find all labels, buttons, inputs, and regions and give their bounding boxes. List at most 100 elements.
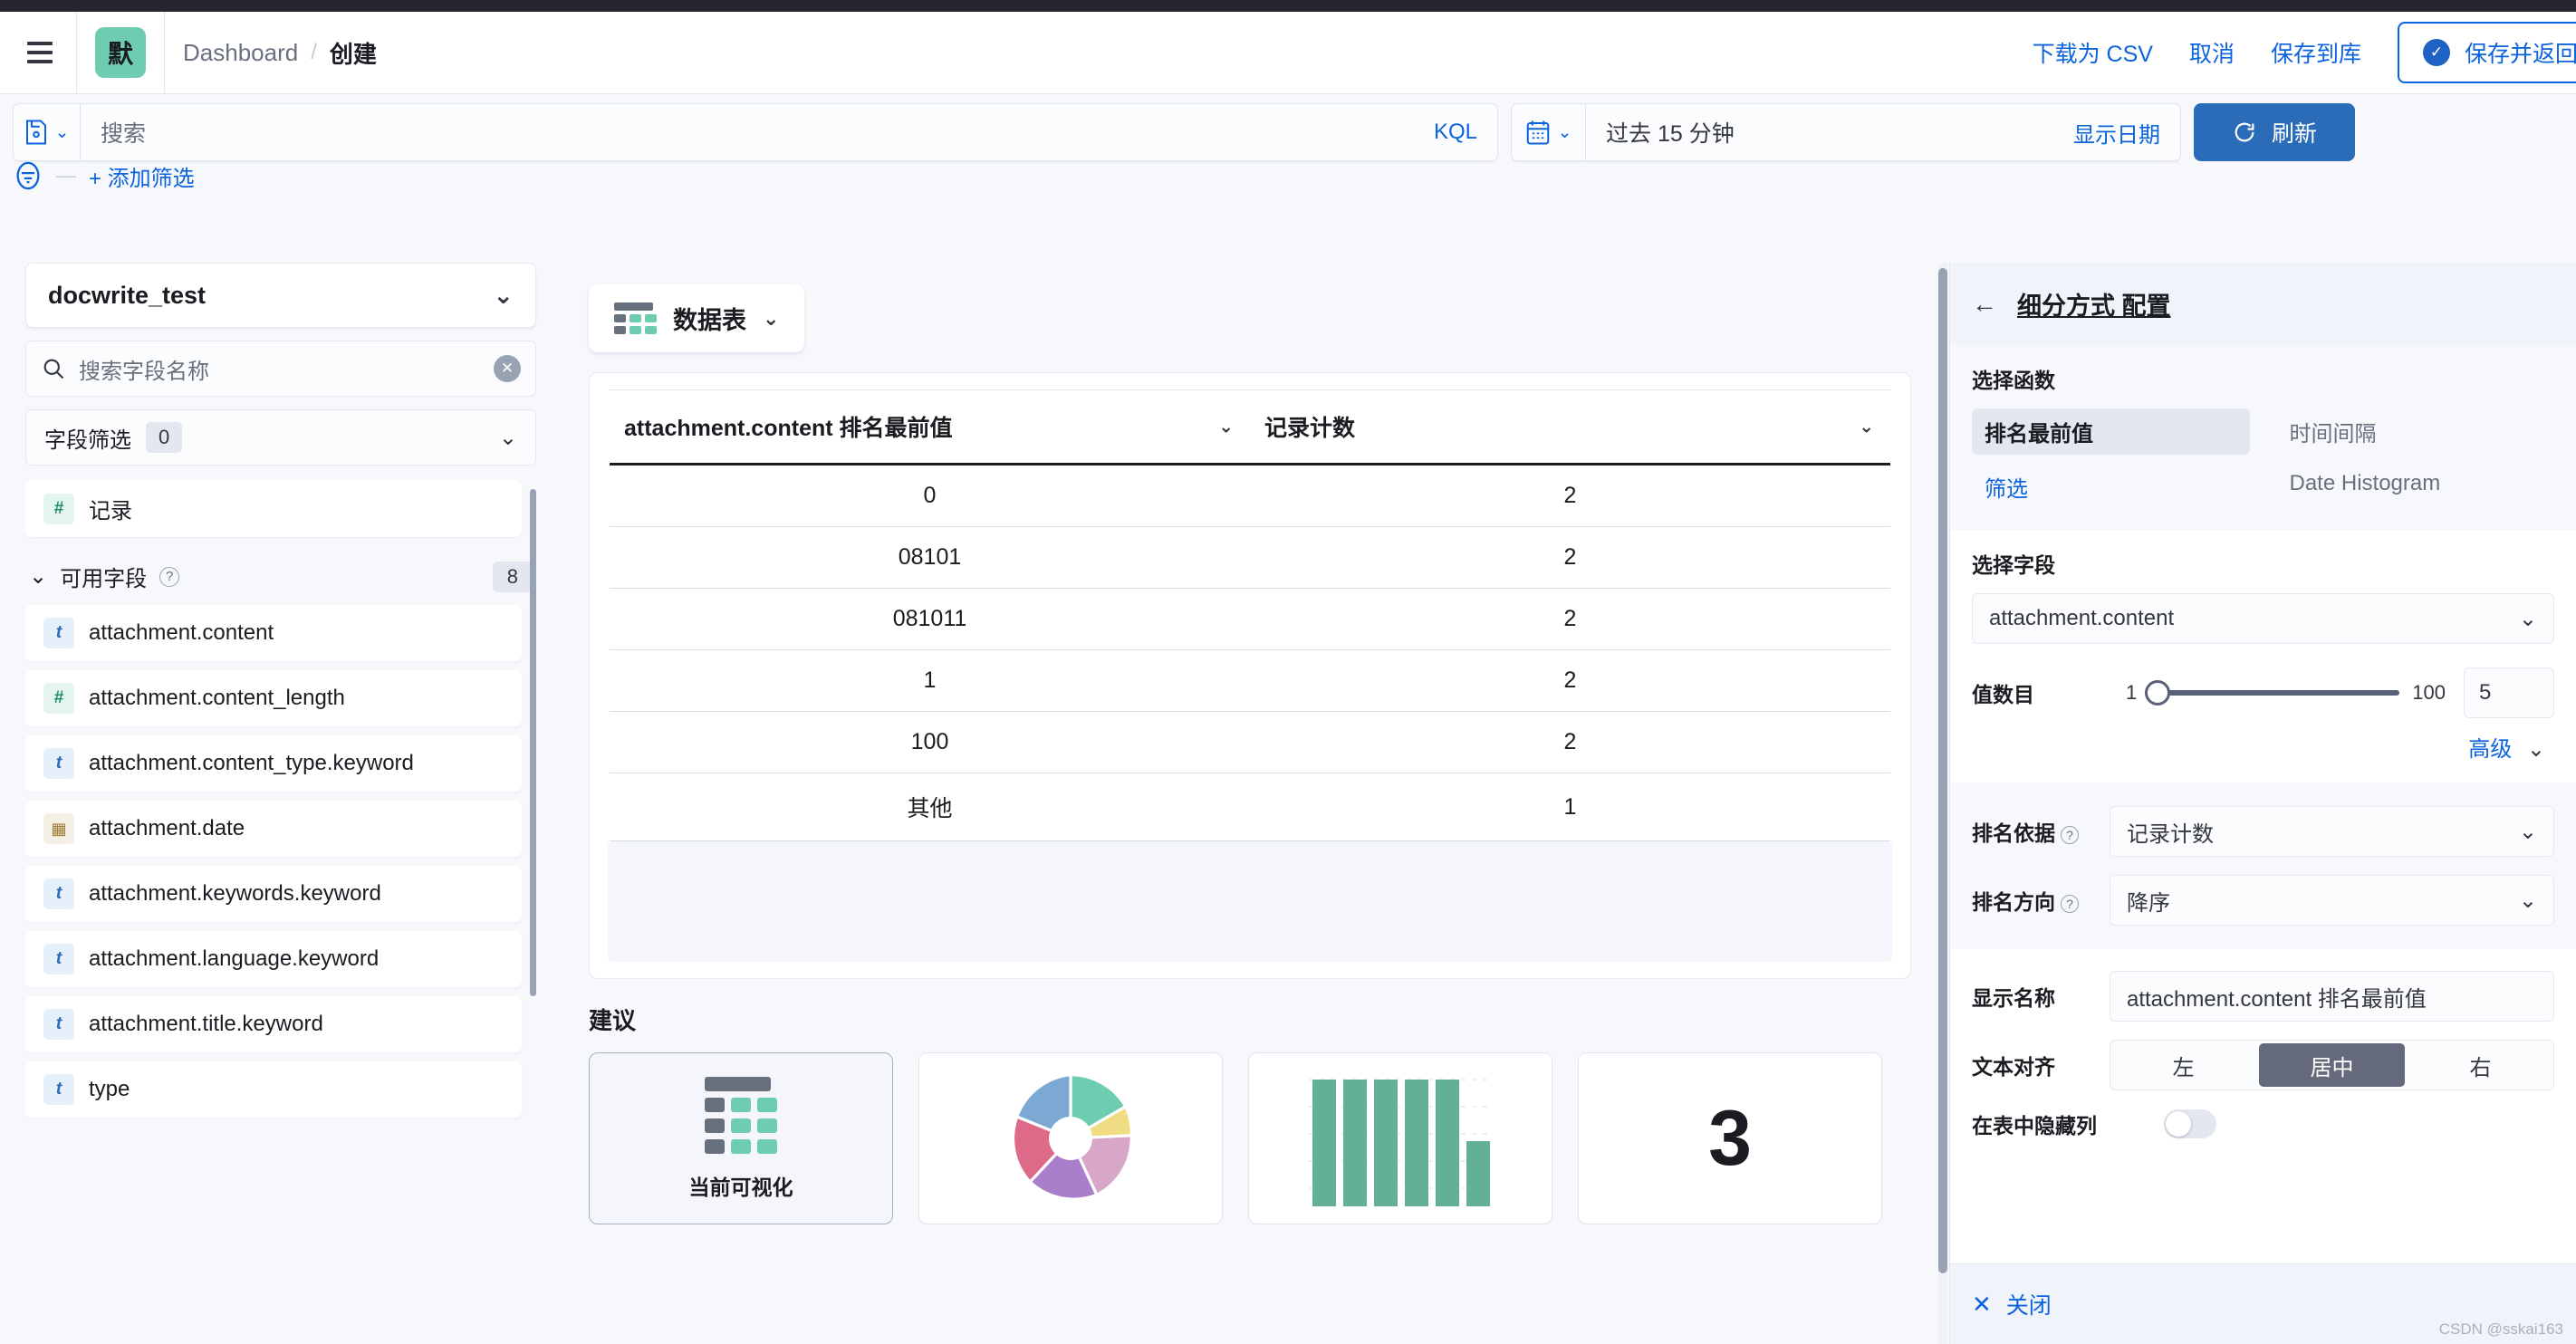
check-icon: ✓ [2423,39,2450,66]
help-icon[interactable]: ? [159,567,179,587]
cell-term: 081011 [610,589,1250,650]
help-icon[interactable]: ? [2061,895,2079,913]
calendar-icon[interactable]: ⌄ [1512,104,1586,160]
download-csv-button[interactable]: 下载为 CSV [2033,36,2153,69]
advanced-label: 高级 [2468,737,2512,762]
save-and-return-button[interactable]: ✓ 保存并返回 [2398,22,2576,83]
display-name-input[interactable]: attachment.content 排名最前值 [2110,971,2554,1022]
field-search-box[interactable]: 搜索字段名称 ✕ [25,341,536,397]
advanced-toggle[interactable]: 高级 ⌄ [1972,731,2554,763]
suggestion-label: 当前可视化 [689,1170,793,1201]
values-count-label: 值数目 [1972,677,2108,708]
function-option-interval[interactable]: 时间间隔 [2277,408,2555,455]
refresh-button[interactable]: 刷新 [2194,103,2355,161]
function-option-top-values[interactable]: 排名最前值 [1972,408,2250,455]
rank-by-label: 排名依据? [1972,816,2090,847]
selected-field-dropdown[interactable]: attachment.content ⌄ [1972,593,2554,644]
column-header-term-label: attachment.content 排名最前值 [624,416,953,441]
table-row[interactable]: 1 2 [610,650,1890,712]
table-row[interactable]: 081011 2 [610,589,1890,650]
right-panel-scrollbar-thumb[interactable] [1938,268,1947,1273]
kql-toggle[interactable]: KQL [1414,104,1497,160]
saved-query-icon[interactable]: ⌄ [14,104,81,160]
rank-direction-value: 降序 [2127,885,2170,917]
space-avatar[interactable]: 默 [95,27,146,78]
rank-by-dropdown[interactable]: 记录计数 ⌄ [2110,806,2554,857]
search-input[interactable]: 搜索 [81,104,1414,160]
show-dates-button[interactable]: 显示日期 [2053,104,2180,160]
hide-column-toggle[interactable] [2164,1109,2216,1138]
table-row[interactable]: 其他 1 [610,773,1890,841]
field-item-records[interactable]: # 记录 [25,480,522,537]
field-item-attachment-content-length[interactable]: # attachment.content_length [25,670,522,726]
values-count-input[interactable]: 5 [2464,667,2554,718]
hamburger-icon[interactable] [22,34,58,71]
field-label: attachment.date [89,816,245,841]
field-item-attachment-date[interactable]: ▦ attachment.date [25,801,522,857]
table-row[interactable]: 0 2 [610,465,1890,527]
field-item-attachment-keywords-keyword[interactable]: t attachment.keywords.keyword [25,866,522,922]
values-count-row: 值数目 1 100 5 [1972,667,2554,718]
add-filter-button[interactable]: + 添加筛选 [89,160,195,192]
field-search-input[interactable]: 搜索字段名称 [79,353,481,385]
field-label: type [89,1077,130,1102]
close-icon[interactable]: ✕ [1972,1291,1992,1319]
field-item-attachment-content[interactable]: t attachment.content [25,605,522,661]
save-to-library-button[interactable]: 保存到库 [2271,36,2361,69]
cell-count: 1 [1250,773,1890,841]
function-options: 排名最前值 时间间隔 筛选 Date Histogram [1972,408,2554,510]
refresh-icon [2232,120,2257,145]
table-row[interactable]: 100 2 [610,712,1890,773]
function-option-date-histogram[interactable]: Date Histogram [2277,464,2555,510]
breadcrumb-dashboard[interactable]: Dashboard [183,39,298,67]
field-item-attachment-title-keyword[interactable]: t attachment.title.keyword [25,996,522,1052]
rank-direction-dropdown[interactable]: 降序 ⌄ [2110,875,2554,926]
slider-knob[interactable] [2145,680,2170,706]
field-filter-dropdown[interactable]: 字段筛选 0 ⌄ [25,409,536,466]
chevron-down-icon[interactable]: ⌄ [1859,416,1874,438]
arrow-left-icon[interactable]: ← [1972,290,1997,319]
chevron-down-icon[interactable]: ⌄ [1218,416,1234,438]
datasource-select[interactable]: docwrite_test ⌄ [25,263,536,328]
slider-min-label: 1 [2126,681,2137,705]
table-row[interactable]: 08101 2 [610,527,1890,589]
align-center-option[interactable]: 居中 [2259,1043,2405,1087]
clear-icon[interactable]: ✕ [494,355,521,382]
cancel-button[interactable]: 取消 [2189,36,2235,69]
suggestion-card-current-visualization[interactable]: 当前可视化 [589,1052,893,1224]
rank-direction-label: 排名方向? [1972,885,2090,916]
rank-direction-label-text: 排名方向 [1972,890,2055,914]
align-left-option[interactable]: 左 [2110,1041,2256,1090]
config-panel-title[interactable]: 细分方式 配置 [2017,286,2171,322]
app-header: 默 Dashboard / 创建 下载为 CSV 取消 保存到库 ✓ 保存并返回 [0,12,2576,94]
suggestion-card-pie[interactable] [918,1052,1223,1224]
number-type-icon: # [43,683,74,714]
string-type-icon: t [43,944,74,974]
close-button[interactable]: 关闭 [2006,1288,2052,1320]
select-field-section: 选择字段 attachment.content ⌄ 值数目 1 100 5 高级… [1950,530,2576,782]
slider-rail[interactable] [2149,690,2399,696]
chevron-down-icon: ⌄ [2519,606,2537,632]
filter-bar: — + 添加筛选 [13,158,195,194]
suggestion-card-bar[interactable] [1248,1052,1552,1224]
column-header-count[interactable]: 记录计数 ⌄ [1250,390,1890,465]
filter-icon[interactable] [13,160,43,191]
number-type-icon: # [43,494,74,524]
available-fields-header[interactable]: ⌄ 可用字段 ? 8 [25,546,536,605]
sidebar-scrollbar-track[interactable] [530,480,536,1344]
column-header-term[interactable]: attachment.content 排名最前值 ⌄ [610,390,1250,465]
chart-type-label: 数据表 [673,301,746,336]
field-filter-label: 字段筛选 [44,422,131,454]
suggestion-card-metric[interactable]: 3 [1578,1052,1882,1224]
date-range-value[interactable]: 过去 15 分钟 [1586,104,2053,160]
select-function-label: 选择函数 [1972,363,2554,394]
chart-type-switcher[interactable]: 数据表 ⌄ [589,284,804,352]
align-right-option[interactable]: 右 [2408,1041,2553,1090]
field-item-type[interactable]: t type [25,1061,522,1118]
help-icon[interactable]: ? [2061,826,2079,844]
function-option-filters[interactable]: 筛选 [1972,464,2250,510]
sidebar-scrollbar-thumb[interactable] [530,489,536,996]
field-item-attachment-language-keyword[interactable]: t attachment.language.keyword [25,931,522,987]
field-item-attachment-content-type-keyword[interactable]: t attachment.content_type.keyword [25,735,522,792]
values-count-slider[interactable]: 1 100 [2126,681,2446,705]
